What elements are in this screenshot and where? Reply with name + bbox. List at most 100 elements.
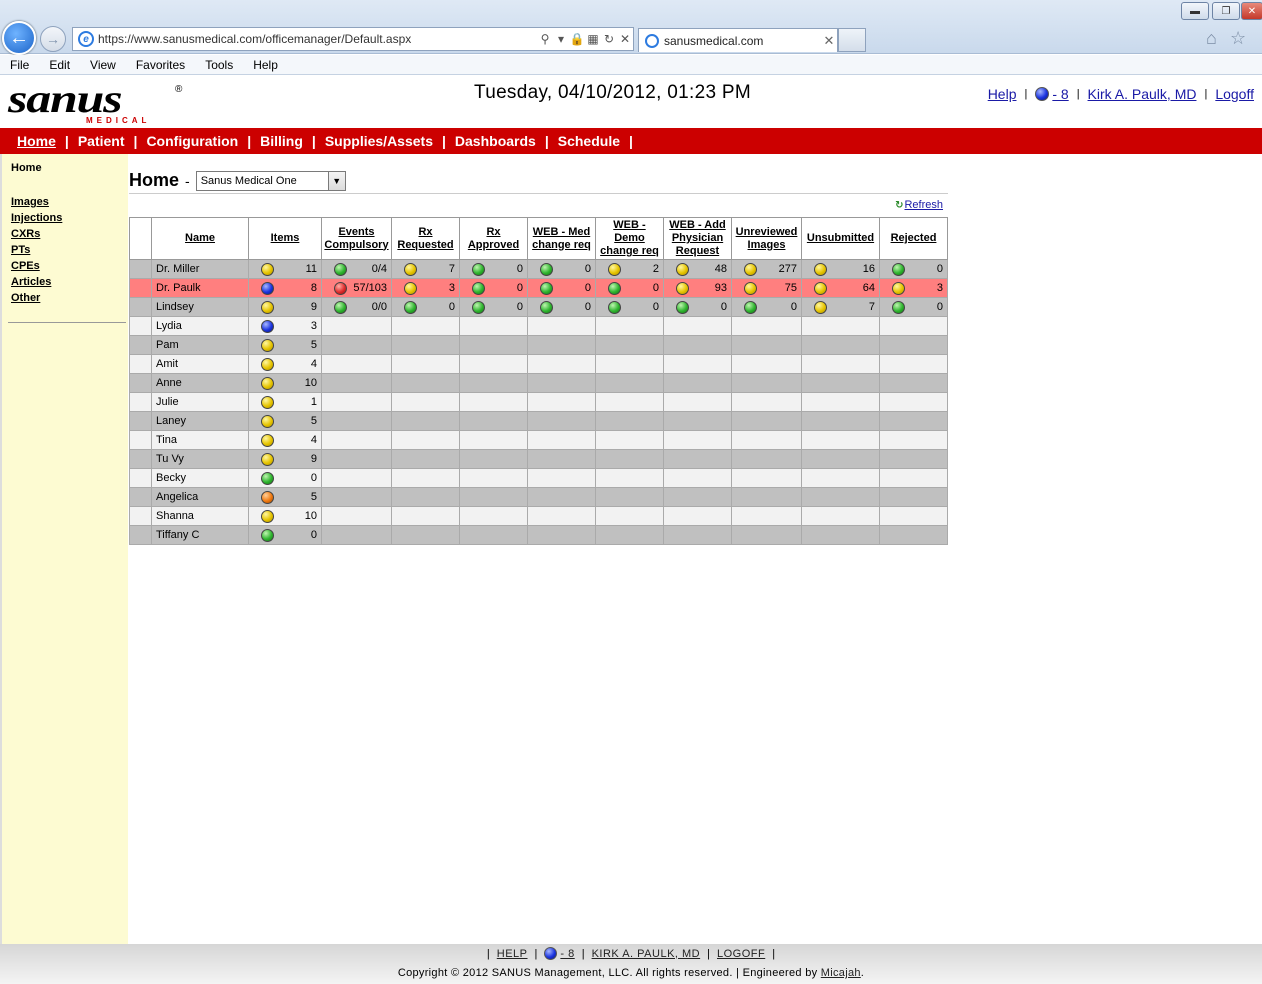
row-name[interactable]: Laney	[151, 411, 249, 431]
metric-cell[interactable]: 48	[663, 259, 732, 279]
metric-cell[interactable]	[527, 411, 596, 431]
metric-cell[interactable]	[663, 468, 732, 488]
metric-cell[interactable]: 7	[801, 297, 880, 317]
metric-cell[interactable]	[663, 506, 732, 526]
metric-cell[interactable]	[595, 449, 664, 469]
metric-cell[interactable]	[801, 506, 880, 526]
refresh-page-icon[interactable]: ↻	[601, 32, 617, 46]
table-row[interactable]: Dr. Paulk 8 57/103 3 0 0 0 93 75 64 3	[129, 278, 948, 298]
metric-cell[interactable]	[391, 506, 460, 526]
row-name[interactable]: Tiffany C	[151, 525, 249, 545]
metric-cell[interactable]: 11	[248, 259, 322, 279]
column-header[interactable]: WEB - Med change req	[527, 217, 596, 260]
metric-cell[interactable]	[391, 468, 460, 488]
office-select[interactable]: Sanus Medical One ▼	[195, 170, 346, 191]
metric-cell[interactable]	[595, 525, 664, 545]
dropdown-icon[interactable]: ▾	[553, 32, 569, 46]
metric-cell[interactable]	[459, 525, 528, 545]
metric-cell[interactable]: 4	[248, 430, 322, 450]
metric-cell[interactable]	[801, 335, 880, 355]
metric-cell[interactable]	[801, 468, 880, 488]
metric-cell[interactable]	[595, 487, 664, 507]
metric-cell[interactable]: 93	[663, 278, 732, 298]
metric-cell[interactable]	[391, 411, 460, 431]
metric-cell[interactable]	[731, 506, 802, 526]
metric-cell[interactable]: 2	[595, 259, 664, 279]
metric-cell[interactable]	[459, 335, 528, 355]
table-row[interactable]: Lindsey 9 0/0 0 0 0 0 0 0 7 0	[129, 297, 948, 317]
metric-cell[interactable]	[321, 354, 392, 374]
metric-cell[interactable]	[459, 411, 528, 431]
footer-user-link[interactable]: KIRK A. PAULK, MD	[592, 948, 701, 960]
metric-cell[interactable]	[459, 487, 528, 507]
metric-cell[interactable]	[731, 354, 802, 374]
table-row[interactable]: Becky 0	[129, 468, 948, 488]
metric-cell[interactable]	[321, 525, 392, 545]
metric-cell[interactable]	[459, 392, 528, 412]
metric-cell[interactable]: 1	[248, 392, 322, 412]
metric-cell[interactable]	[391, 430, 460, 450]
nav-patient[interactable]: Patient	[69, 133, 134, 149]
metric-cell[interactable]	[391, 449, 460, 469]
column-header[interactable]: WEB - Add Physician Request	[663, 217, 732, 260]
back-button[interactable]: ←	[2, 21, 36, 55]
metric-cell[interactable]	[321, 506, 392, 526]
metric-cell[interactable]	[391, 525, 460, 545]
metric-cell[interactable]	[801, 449, 880, 469]
footer-help-link[interactable]: HELP	[497, 948, 528, 960]
row-name[interactable]: Dr. Miller	[151, 259, 249, 279]
metric-cell[interactable]	[321, 411, 392, 431]
messages-link[interactable]: - 8	[1052, 86, 1068, 102]
metric-cell[interactable]	[663, 373, 732, 393]
user-name-link[interactable]: Kirk A. Paulk, MD	[1088, 86, 1197, 102]
tab-title[interactable]: sanusmedical.com	[664, 34, 821, 48]
footer-messages-ball-icon[interactable]	[544, 947, 558, 960]
metric-cell[interactable]	[321, 449, 392, 469]
metric-cell[interactable]	[663, 525, 732, 545]
menu-edit[interactable]: Edit	[39, 58, 80, 72]
metric-cell[interactable]: 8	[248, 278, 322, 298]
table-row[interactable]: Anne 10	[129, 373, 948, 393]
metric-cell[interactable]	[879, 468, 948, 488]
metric-cell[interactable]	[391, 354, 460, 374]
metric-cell[interactable]	[527, 430, 596, 450]
metric-cell[interactable]	[391, 335, 460, 355]
metric-cell[interactable]	[663, 487, 732, 507]
metric-cell[interactable]	[321, 487, 392, 507]
metric-cell[interactable]: 0/4	[321, 259, 392, 279]
metric-cell[interactable]	[879, 316, 948, 336]
metric-cell[interactable]	[879, 335, 948, 355]
metric-cell[interactable]	[459, 373, 528, 393]
metric-cell[interactable]	[879, 354, 948, 374]
forward-button[interactable]: →	[40, 26, 66, 52]
menu-file[interactable]: File	[0, 58, 39, 72]
sidebar-item-articles[interactable]: Articles	[11, 274, 62, 290]
metric-cell[interactable]: 9	[248, 449, 322, 469]
metric-cell[interactable]	[663, 335, 732, 355]
metric-cell[interactable]: 3	[391, 278, 460, 298]
metric-cell[interactable]	[731, 373, 802, 393]
metric-cell[interactable]	[459, 506, 528, 526]
sanus-logo[interactable]: sanus ® MEDICAL	[8, 79, 188, 126]
metric-cell[interactable]: 0	[663, 297, 732, 317]
metric-cell[interactable]: 0	[248, 468, 322, 488]
row-name[interactable]: Julie	[151, 392, 249, 412]
metric-cell[interactable]: 0	[879, 297, 948, 317]
menu-favorites[interactable]: Favorites	[126, 58, 195, 72]
footer-logoff-link[interactable]: LOGOFF	[717, 948, 765, 960]
metric-cell[interactable]	[459, 354, 528, 374]
metric-cell[interactable]	[595, 373, 664, 393]
metric-cell[interactable]: 0	[459, 259, 528, 279]
metric-cell[interactable]	[663, 411, 732, 431]
column-header[interactable]: Rejected	[879, 217, 948, 260]
metric-cell[interactable]: 0	[731, 297, 802, 317]
nav-billing[interactable]: Billing	[251, 133, 312, 149]
nav-supplies-assets[interactable]: Supplies/Assets	[316, 133, 442, 149]
metric-cell[interactable]	[731, 411, 802, 431]
refresh-link[interactable]: ↻Refresh	[895, 199, 943, 211]
metric-cell[interactable]	[527, 354, 596, 374]
metric-cell[interactable]: 3	[879, 278, 948, 298]
metric-cell[interactable]	[731, 430, 802, 450]
favorites-star-icon[interactable]: ☆	[1230, 28, 1246, 49]
metric-cell[interactable]	[801, 392, 880, 412]
